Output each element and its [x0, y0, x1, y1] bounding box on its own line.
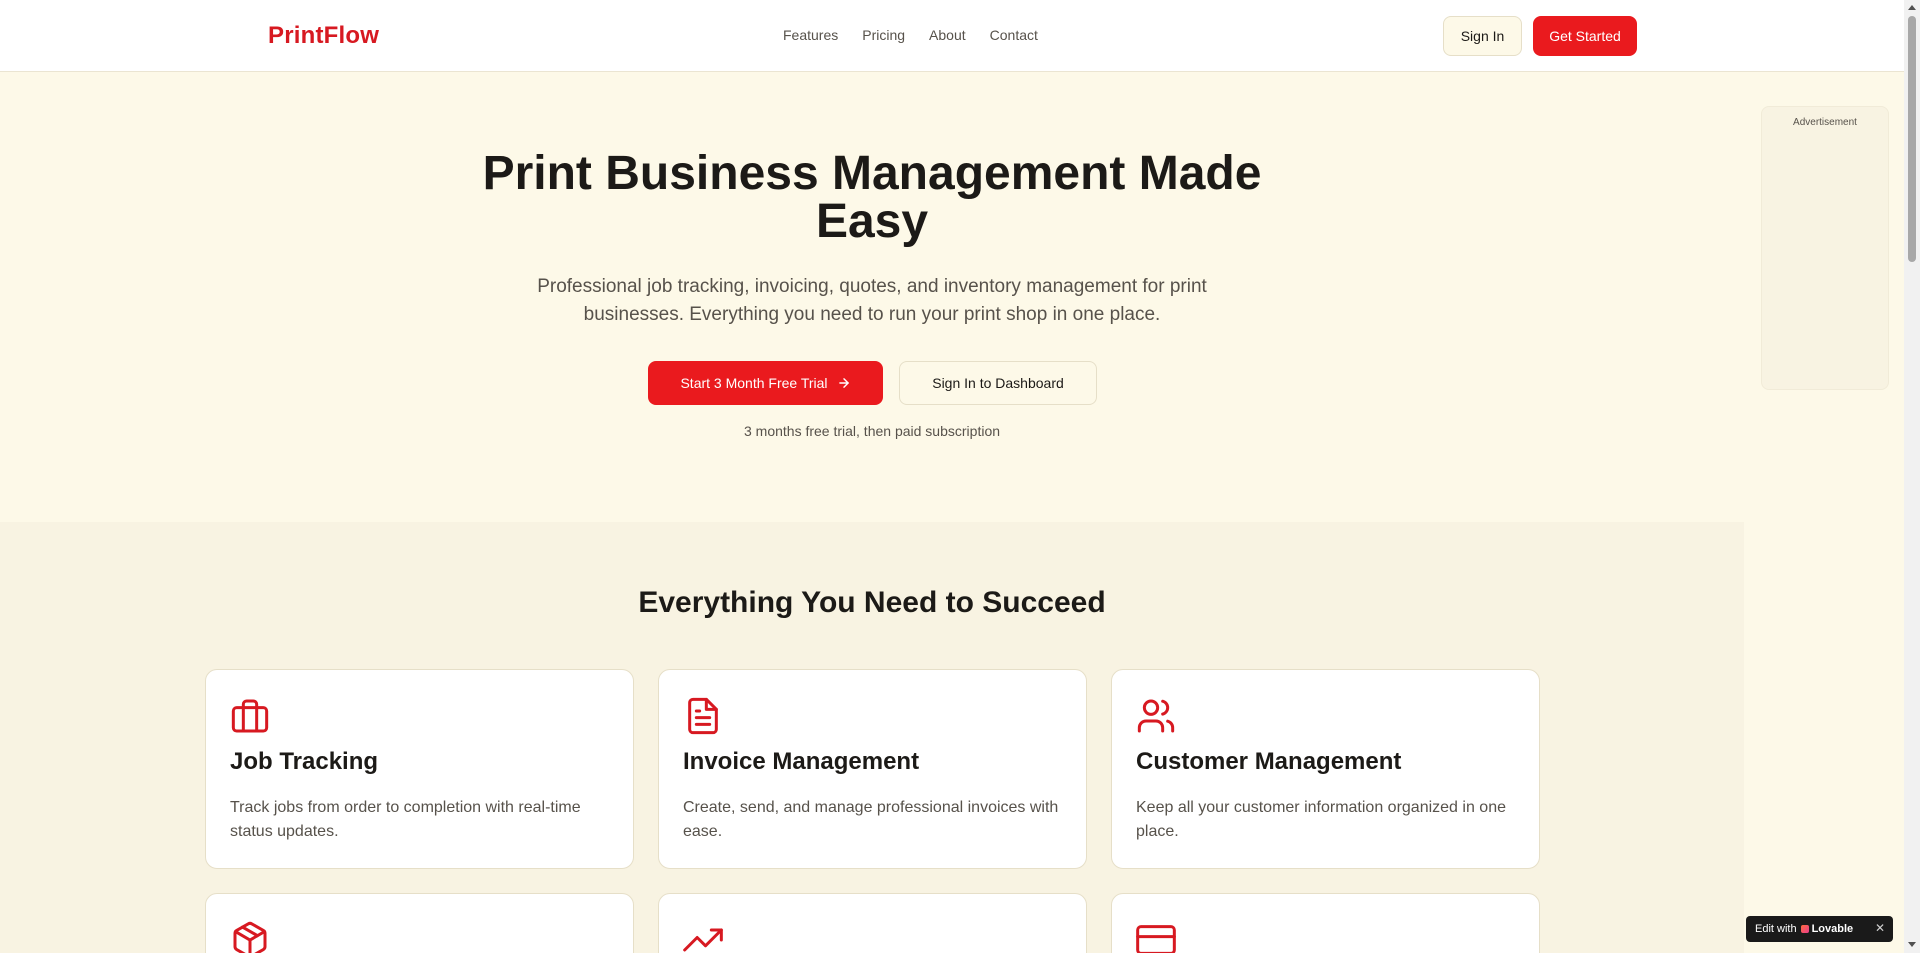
arrow-right-icon	[838, 378, 849, 388]
card-description: Track jobs from order to completion with…	[230, 799, 581, 840]
nav-links: Features Pricing About Contact	[783, 27, 1038, 43]
start-free-trial-label: Start 3 Month Free Trial	[680, 375, 828, 391]
hero-title-line-2: Easy	[815, 195, 929, 248]
hero-title-line-1: Print Business Management Made	[482, 147, 1262, 200]
hero-title: Print Business Management Made Easy	[0, 150, 1744, 246]
nav-pricing-link[interactable]: Pricing	[862, 27, 905, 43]
navbar: PrintFlow Features Pricing About Contact…	[0, 0, 1904, 72]
hero-section: Print Business Management Made Easy Prof…	[0, 73, 1744, 522]
badge-prefix: Edit with	[1755, 923, 1797, 935]
nav-features-link[interactable]: Features	[783, 27, 838, 43]
feature-card-analytics	[658, 893, 1087, 953]
credit-card-icon	[1136, 925, 1176, 953]
sign-in-button[interactable]: Sign In	[1443, 16, 1522, 56]
advertisement-label: Advertisement	[1793, 117, 1857, 128]
feature-card-payments	[1111, 893, 1540, 953]
logo[interactable]: PrintFlow	[268, 22, 379, 50]
edit-with-lovable-badge[interactable]: Edit with Lovable ✕	[1746, 916, 1893, 942]
card-title: Job Tracking	[230, 748, 379, 775]
start-free-trial-button[interactable]: Start 3 Month Free Trial	[648, 361, 883, 405]
close-icon[interactable]: ✕	[1875, 921, 1885, 935]
card-title: Invoice Management	[683, 748, 920, 775]
sign-in-dashboard-button[interactable]: Sign In to Dashboard	[899, 361, 1097, 405]
scroll-up-arrow-icon[interactable]	[1908, 5, 1916, 10]
scrollbar-thumb[interactable]	[1908, 16, 1916, 262]
advertisement-box[interactable]: Advertisement	[1761, 106, 1889, 390]
trending-up-icon	[683, 928, 723, 952]
get-started-button[interactable]: Get Started	[1533, 16, 1637, 56]
feature-card-customer-management: Customer Management Keep all your custom…	[1111, 669, 1540, 869]
scrollbar[interactable]	[1904, 0, 1920, 953]
features-section: Everything You Need to Succeed Job Track…	[0, 522, 1744, 953]
features-title: Everything You Need to Succeed	[638, 586, 1106, 619]
nav-contact-link[interactable]: Contact	[990, 27, 1038, 43]
feature-card-invoice-management: Invoice Management Create, send, and man…	[658, 669, 1087, 869]
lovable-brand-label: Lovable	[1811, 923, 1854, 935]
trial-note: 3 months free trial, then paid subscript…	[743, 423, 1001, 439]
card-description: Keep all your customer information organ…	[1136, 799, 1506, 840]
lovable-heart-icon	[1800, 925, 1809, 933]
card-title: Customer Management	[1136, 748, 1402, 775]
package-icon	[233, 921, 267, 953]
hero-subtitle: Professional job tracking, invoicing, qu…	[537, 276, 1207, 325]
nav-about-link[interactable]: About	[929, 27, 966, 43]
file-text-icon	[688, 697, 718, 735]
briefcase-icon	[231, 699, 269, 733]
feature-card-inventory	[205, 893, 634, 953]
lovable-brand: Lovable	[1800, 923, 1854, 935]
card-description: Create, send, and manage professional in…	[683, 799, 1059, 840]
users-icon	[1137, 699, 1175, 733]
scroll-down-arrow-icon[interactable]	[1908, 942, 1916, 947]
feature-card-job-tracking: Job Tracking Track jobs from order to co…	[205, 669, 634, 869]
